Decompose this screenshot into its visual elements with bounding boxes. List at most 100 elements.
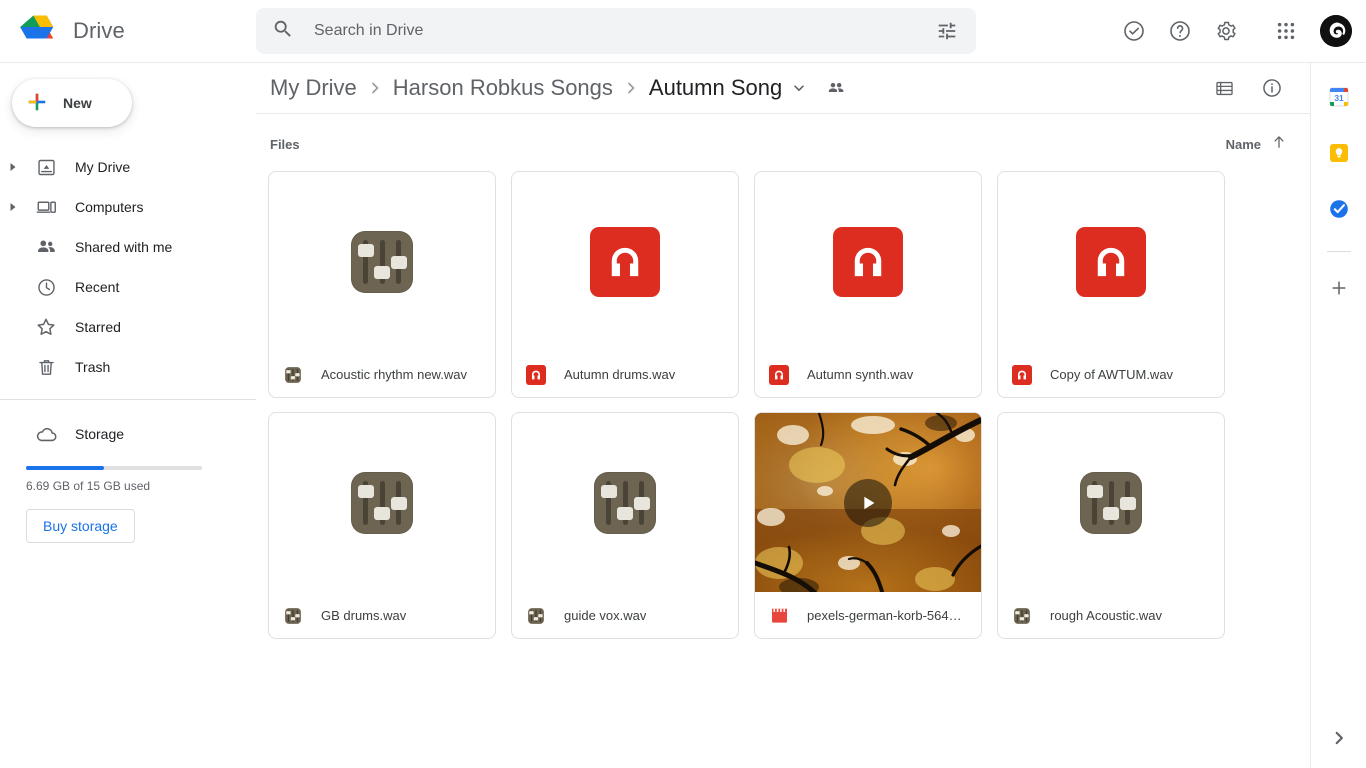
star-icon <box>26 316 66 338</box>
google-tasks-icon[interactable] <box>1321 191 1357 227</box>
file-name: guide vox.wav <box>564 608 647 623</box>
breadcrumb-item-harson-robkus-songs[interactable]: Harson Robkus Songs <box>389 73 617 103</box>
breadcrumb-item-autumn-song[interactable]: Autumn Song <box>645 73 786 103</box>
sidebar-item-computers[interactable]: Computers <box>0 187 256 227</box>
headphone-red-small-icon <box>526 364 546 385</box>
help-icon[interactable] <box>1160 11 1200 51</box>
clock-icon <box>26 277 66 298</box>
files-header: Files Name <box>256 123 1310 165</box>
file-card[interactable]: guide vox.wav <box>511 412 739 639</box>
settings-gear-icon[interactable] <box>1206 11 1246 51</box>
breadcrumb: My Drive Harson Robkus Songs Autumn Song <box>256 63 1310 114</box>
expand-caret-icon[interactable] <box>0 162 26 172</box>
file-card-footer: Autumn synth.wav <box>755 351 981 397</box>
trash-icon <box>26 357 66 378</box>
sidebar-item-my-drive[interactable]: My Drive <box>0 147 256 187</box>
info-icon[interactable] <box>1252 68 1292 108</box>
computers-icon <box>26 197 66 218</box>
sidebar-item-shared-with-me[interactable]: Shared with me <box>0 227 256 267</box>
people-shared-icon[interactable] <box>826 78 846 98</box>
file-name: pexels-german-korb-5643… <box>807 608 967 623</box>
file-card[interactable]: Acoustic rhythm new.wav <box>268 171 496 398</box>
sidebar-item-starred[interactable]: Starred <box>0 307 256 347</box>
file-card-footer: GB drums.wav <box>269 592 495 638</box>
file-name: Copy of AWTUM.wav <box>1050 367 1174 382</box>
play-button-icon[interactable] <box>844 478 892 527</box>
calendar-day-number: 31 <box>1334 93 1344 103</box>
breadcrumb-separator-icon <box>368 81 382 95</box>
storage-label: Storage <box>75 426 125 442</box>
file-thumbnail[interactable] <box>512 413 738 592</box>
audio-mixer-icon <box>1080 471 1142 534</box>
cloud-icon <box>26 423 66 446</box>
shared-with-me-icon <box>26 236 66 258</box>
file-name: rough Acoustic.wav <box>1050 608 1163 623</box>
breadcrumb-item-my-drive[interactable]: My Drive <box>266 73 361 103</box>
add-app-icon[interactable] <box>1321 270 1357 306</box>
audio-mixer-small-icon <box>283 606 303 626</box>
sidebar-item-label: Starred <box>75 319 121 335</box>
expand-panel-button[interactable] <box>1321 720 1357 756</box>
file-card-footer: rough Acoustic.wav <box>998 592 1224 638</box>
video-red-small-icon <box>769 606 789 626</box>
view-controls <box>1204 68 1292 108</box>
storage-bar-track <box>26 466 202 470</box>
headphone-red-small-icon <box>1012 364 1032 385</box>
apps-grid-icon[interactable] <box>1266 11 1306 51</box>
search-input[interactable] <box>294 22 930 40</box>
file-card-footer: guide vox.wav <box>512 592 738 638</box>
audio-mixer-small-icon <box>283 365 303 385</box>
storage-bar-fill <box>26 466 105 470</box>
plus-icon <box>26 91 48 116</box>
arrow-up-icon[interactable] <box>1270 133 1288 156</box>
drive-logo-icon <box>20 13 60 49</box>
rail-divider <box>1326 251 1351 252</box>
support-icon[interactable] <box>1114 11 1154 51</box>
chevron-down-icon[interactable] <box>792 81 806 95</box>
expand-caret-icon[interactable] <box>0 202 26 212</box>
file-card-footer: Acoustic rhythm new.wav <box>269 351 495 397</box>
file-thumbnail[interactable] <box>512 172 738 351</box>
sidebar-item-label: Trash <box>75 359 111 375</box>
list-view-icon[interactable] <box>1204 68 1244 108</box>
breadcrumb-separator-icon <box>624 81 638 95</box>
avatar[interactable] <box>1320 15 1352 47</box>
top-actions <box>1114 11 1366 51</box>
file-thumbnail[interactable] <box>755 413 981 592</box>
file-card[interactable]: Autumn drums.wav <box>511 171 739 398</box>
file-card[interactable]: pexels-german-korb-5643… <box>754 412 982 639</box>
buy-storage-button[interactable]: Buy storage <box>26 509 135 543</box>
file-thumbnail[interactable] <box>269 172 495 351</box>
top-bar: Drive <box>0 0 1366 63</box>
sidebar-item-label: Computers <box>75 199 144 215</box>
google-calendar-icon[interactable]: 31 <box>1321 79 1357 115</box>
drive-app: Drive Search in Drive New My Drive Compu… <box>0 0 1366 768</box>
audio-mixer-icon <box>351 230 413 293</box>
search-box[interactable] <box>256 8 976 54</box>
app-title: Drive <box>73 18 125 43</box>
google-keep-icon[interactable] <box>1321 135 1357 171</box>
search-container <box>256 8 976 54</box>
audio-mixer-icon <box>594 471 656 534</box>
sidebar-item-recent[interactable]: Recent <box>0 267 256 307</box>
sort-control[interactable]: Name <box>1226 133 1288 156</box>
new-button[interactable]: New <box>12 79 132 127</box>
autumn-trees-image <box>755 413 981 592</box>
file-card[interactable]: Copy of AWTUM.wav <box>997 171 1225 398</box>
tune-icon[interactable] <box>930 14 964 48</box>
file-thumbnail[interactable] <box>998 172 1224 351</box>
file-card[interactable]: GB drums.wav <box>268 412 496 639</box>
file-thumbnail[interactable] <box>269 413 495 592</box>
file-card-footer: Autumn drums.wav <box>512 351 738 397</box>
sidebar-item-trash[interactable]: Trash <box>0 347 256 387</box>
storage-link[interactable]: Storage <box>0 414 256 454</box>
file-thumbnail[interactable] <box>755 172 981 351</box>
file-name: Autumn drums.wav <box>564 367 676 382</box>
new-button-label: New <box>63 95 92 111</box>
right-side-panel: 31 <box>1310 63 1366 768</box>
file-card[interactable]: Autumn synth.wav <box>754 171 982 398</box>
file-card[interactable]: rough Acoustic.wav <box>997 412 1225 639</box>
file-thumbnail[interactable] <box>998 413 1224 592</box>
brand[interactable]: Drive <box>0 13 256 49</box>
headphone-red-icon <box>590 226 660 297</box>
